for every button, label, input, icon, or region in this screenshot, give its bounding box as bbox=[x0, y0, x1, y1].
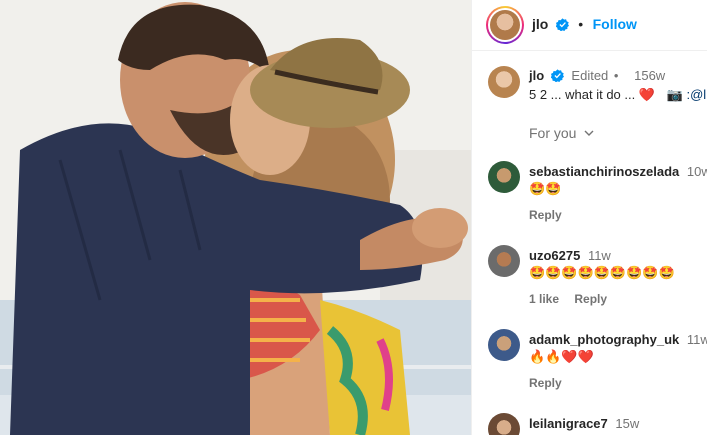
author-username[interactable]: jlo bbox=[532, 16, 548, 32]
commenter-avatar[interactable] bbox=[488, 329, 520, 361]
comment-text: 🤩🤩 bbox=[529, 181, 562, 196]
comment-item: uzo6275 11w 🤩🤩🤩🤩🤩🤩🤩🤩🤩 1 like Reply bbox=[472, 244, 707, 314]
header-separator: • bbox=[578, 16, 584, 32]
author-avatar[interactable] bbox=[486, 6, 524, 44]
comment-text: 🤩🤩🤩🤩🤩🤩🤩🤩🤩 bbox=[529, 265, 675, 280]
commenter-username[interactable]: uzo6275 bbox=[529, 248, 580, 263]
reply-button[interactable]: Reply bbox=[529, 376, 562, 390]
commenter-avatar[interactable] bbox=[488, 413, 520, 435]
comment-likes[interactable]: 1 like bbox=[529, 292, 559, 306]
comment-time[interactable]: 15w bbox=[615, 416, 639, 431]
comment-item: sebastianchirinoszelada 10w 🤩🤩 Reply bbox=[472, 160, 707, 230]
caption-text: 5 2 ... what it do ... bbox=[529, 87, 636, 102]
commenter-username[interactable]: leilanigrace7 bbox=[529, 416, 608, 431]
caption-separator: • bbox=[613, 68, 619, 83]
post-photo[interactable] bbox=[0, 0, 471, 435]
commenter-avatar[interactable] bbox=[488, 245, 520, 277]
chevron-down-icon bbox=[584, 130, 594, 136]
reply-button[interactable]: Reply bbox=[529, 208, 562, 222]
caption-avatar[interactable] bbox=[488, 66, 520, 98]
commenter-avatar[interactable] bbox=[488, 161, 520, 193]
follow-button[interactable]: Follow bbox=[593, 16, 637, 32]
post-side-panel: jlo • Follow jlo Edited • 156w 5 2 ... w… bbox=[471, 0, 707, 435]
comment-time[interactable]: 11w bbox=[588, 248, 611, 263]
edited-label: Edited bbox=[571, 68, 609, 83]
commenter-username[interactable]: adamk_photography_uk bbox=[529, 332, 679, 347]
post-photo-illustration bbox=[0, 0, 471, 435]
caption-row: jlo Edited • 156w 5 2 ... what it do ...… bbox=[472, 62, 707, 102]
comment-item: adamk_photography_uk 11w 🔥🔥❤️❤️ Reply bbox=[472, 328, 707, 398]
comment-filter-dropdown[interactable]: For you bbox=[529, 125, 595, 141]
caption-username[interactable]: jlo bbox=[529, 68, 544, 83]
comment-filter-label: For you bbox=[529, 125, 577, 141]
camera-emoji: 📷 bbox=[666, 87, 683, 102]
comment-time[interactable]: 10w bbox=[687, 164, 707, 179]
heart-emoji: ❤️ bbox=[638, 87, 656, 102]
comment-time[interactable]: 11w bbox=[687, 332, 707, 347]
commenter-username[interactable]: sebastianchirinoszelada bbox=[529, 164, 679, 179]
caption-time[interactable]: 156w bbox=[634, 68, 665, 83]
comment-item: leilanigrace7 15w bbox=[472, 412, 707, 435]
caption-mention[interactable]: :@l bbox=[686, 87, 706, 102]
post-header: jlo • Follow bbox=[472, 0, 707, 51]
verified-badge-icon bbox=[550, 69, 564, 82]
reply-button[interactable]: Reply bbox=[574, 292, 607, 306]
verified-badge-icon bbox=[555, 18, 569, 31]
comment-text: 🔥🔥❤️❤️ bbox=[529, 349, 594, 364]
